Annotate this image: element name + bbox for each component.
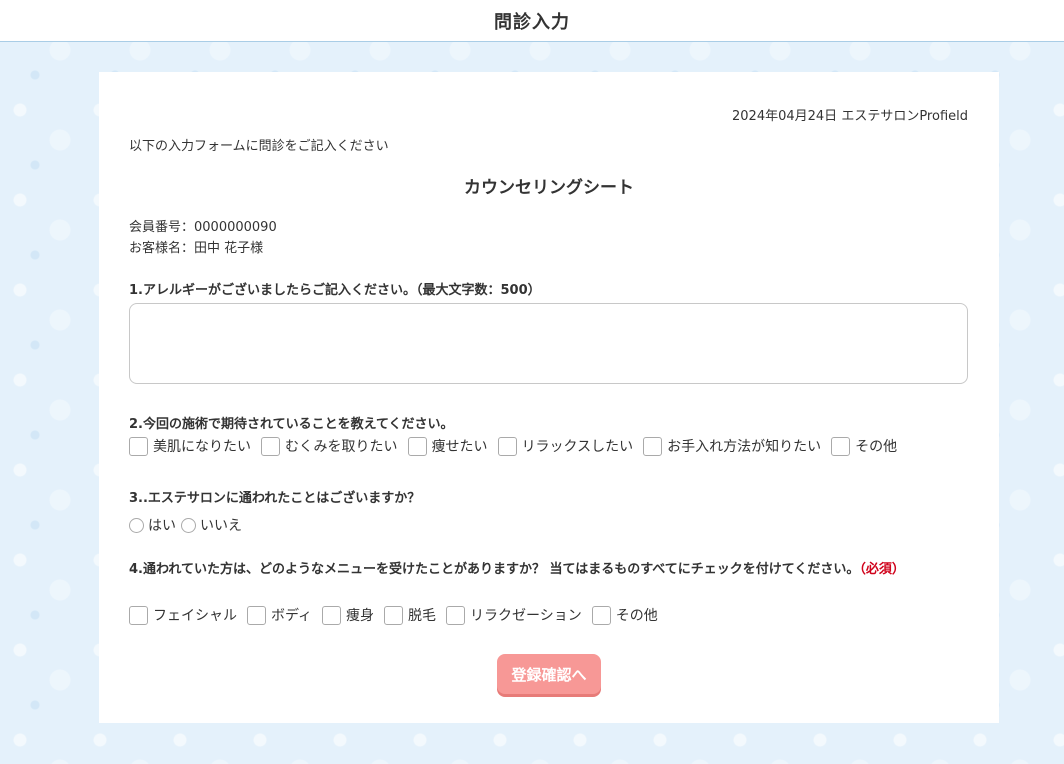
question-4-options: フェイシャル ボディ 痩身 脱毛 リラクゼーション その他 bbox=[129, 605, 668, 625]
submit-confirm-button[interactable]: 登録確認へ bbox=[497, 654, 601, 694]
question-4-label: 4.通われていた方は、どのようなメニューを受けたことがありますか？ 当てはまるも… bbox=[129, 560, 969, 580]
checkbox[interactable] bbox=[446, 605, 466, 625]
question-2-options: 美肌になりたい むくみを取りたい 痩せたい リラックスしたい お手入れ方法が知り… bbox=[129, 436, 907, 456]
checkbox[interactable] bbox=[643, 436, 663, 456]
q3-option-no[interactable]: いいえ bbox=[181, 515, 242, 535]
q4-option[interactable]: 痩身 bbox=[322, 605, 374, 625]
required-mark: （必須） bbox=[859, 562, 905, 577]
option-label: いいえ bbox=[200, 518, 242, 534]
q4-option[interactable]: ボディ bbox=[247, 605, 312, 625]
customer-name: お客様名：田中 花子様 bbox=[129, 241, 264, 256]
checkbox[interactable] bbox=[129, 605, 148, 625]
q2-option[interactable]: お手入れ方法が知りたい bbox=[643, 436, 821, 456]
question-3-label: 3..エステサロンに通われたことはございますか？ bbox=[129, 491, 421, 506]
option-label: リラックスしたい bbox=[521, 439, 634, 455]
radio-button[interactable] bbox=[181, 517, 196, 533]
question-4-text: 4.通われていた方は、どのようなメニューを受けたことがありますか？ 当てはまるも… bbox=[129, 562, 860, 577]
checkbox[interactable] bbox=[384, 605, 404, 625]
member-info: 会員番号：0000000090 お客様名：田中 花子様 bbox=[129, 217, 277, 259]
top-bar: 問診入力 bbox=[0, 0, 1064, 42]
option-label: 脱毛 bbox=[408, 608, 437, 624]
checkbox[interactable] bbox=[247, 605, 266, 625]
q2-option[interactable]: その他 bbox=[831, 436, 897, 456]
checkbox[interactable] bbox=[261, 436, 280, 456]
form-card: 2024年04月24日 エステサロンProfield 以下の入力フォームに問診を… bbox=[99, 72, 999, 723]
allergy-textarea[interactable] bbox=[129, 303, 968, 384]
option-label: ボディ bbox=[271, 608, 313, 624]
option-label: 痩身 bbox=[346, 608, 375, 624]
checkbox[interactable] bbox=[322, 605, 342, 625]
option-label: はい bbox=[148, 518, 176, 534]
q4-option[interactable]: その他 bbox=[591, 605, 658, 625]
option-label: フェイシャル bbox=[153, 608, 237, 624]
option-label: その他 bbox=[855, 439, 898, 455]
q2-option[interactable]: 美肌になりたい bbox=[129, 436, 251, 456]
q4-option[interactable]: リラクゼーション bbox=[446, 605, 582, 625]
q2-option[interactable]: リラックスしたい bbox=[497, 436, 634, 456]
intro-text: 以下の入力フォームに問診をご記入ください bbox=[129, 139, 389, 154]
checkbox[interactable] bbox=[831, 436, 851, 456]
q4-option[interactable]: フェイシャル bbox=[129, 605, 237, 625]
option-label: お手入れ方法が知りたい bbox=[667, 439, 822, 455]
date-salon-line: 2024年04月24日 エステサロンProfield bbox=[732, 109, 968, 124]
q2-option[interactable]: むくみを取りたい bbox=[261, 436, 398, 456]
checkbox[interactable] bbox=[497, 436, 517, 456]
checkbox[interactable] bbox=[129, 436, 148, 456]
q4-option[interactable]: 脱毛 bbox=[384, 605, 436, 625]
question-2-label: 2.今回の施術で期待されていることを教えてください。 bbox=[129, 417, 454, 432]
member-number: 会員番号：0000000090 bbox=[129, 220, 277, 235]
radio-button[interactable] bbox=[129, 517, 144, 533]
option-label: リラクゼーション bbox=[470, 608, 582, 624]
checkbox[interactable] bbox=[591, 605, 611, 625]
checkbox[interactable] bbox=[407, 436, 427, 456]
option-label: 痩せたい bbox=[431, 439, 488, 455]
question-1-label: 1.アレルギーがございましたらご記入ください。（最大文字数：500） bbox=[129, 283, 541, 298]
option-label: むくみを取りたい bbox=[285, 439, 398, 455]
option-label: 美肌になりたい bbox=[153, 439, 251, 455]
q2-option[interactable]: 痩せたい bbox=[407, 436, 488, 456]
sheet-title: カウンセリングシート bbox=[464, 178, 634, 198]
q3-option-yes[interactable]: はい bbox=[129, 515, 176, 535]
question-3-options: はい いいえ bbox=[129, 515, 247, 535]
option-label: その他 bbox=[615, 608, 658, 624]
page-title: 問診入力 bbox=[494, 12, 570, 33]
